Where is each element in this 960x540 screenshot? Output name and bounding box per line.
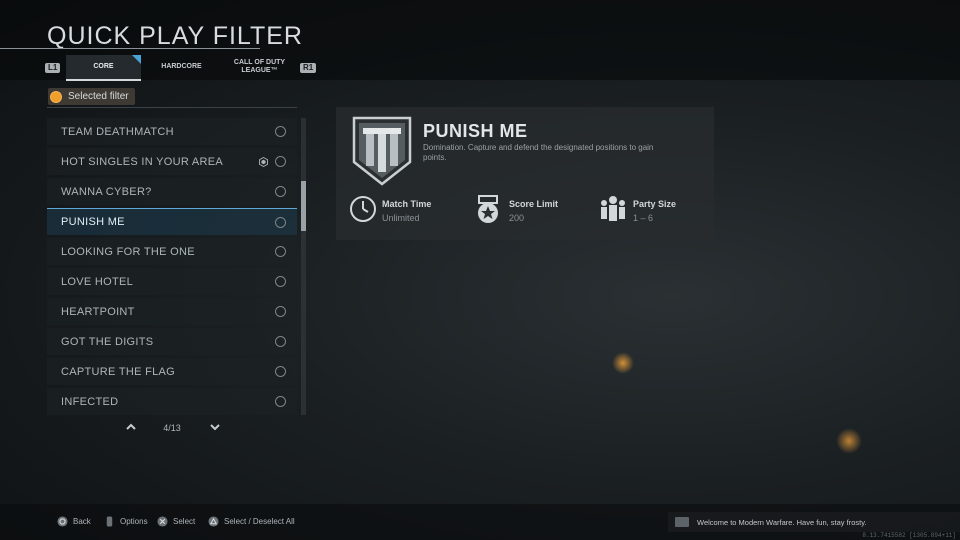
new-corner-icon [132,55,141,64]
stat-value: Unlimited [382,213,420,223]
tab-core[interactable]: CORE [66,55,141,81]
message-text: Welcome to Modern Warfare. Have fun, sta… [697,517,867,527]
list-item[interactable]: LOOKING FOR THE ONE [47,238,297,265]
stat-label: Match Time [382,199,432,209]
cross-button-icon [157,516,168,527]
party-icon [601,196,625,221]
scrollbar-thumb[interactable] [301,181,306,231]
list-item-label: LOVE HOTEL [61,275,134,288]
list-item-label: CAPTURE THE FLAG [61,365,176,378]
score-medal-icon [478,195,498,223]
list-item[interactable]: CAPTURE THE FLAG [47,358,297,385]
stat-value: 1 – 6 [633,213,654,223]
chevron-up-icon[interactable] [124,420,138,434]
select-deselect-all-button[interactable]: Select / Deselect All [208,516,295,527]
select-button[interactable]: Select [157,516,195,527]
hexagon-badge-icon [259,157,268,167]
list-item-label: TEAM DEATHMATCH [61,125,174,138]
list-item[interactable]: GOT THE DIGITS [47,328,297,355]
radio-circle-icon[interactable] [275,306,286,317]
list-item-label: PUNISH ME [61,216,125,228]
title-underline [0,48,260,49]
pager: 4/13 [120,420,230,436]
stat-score-limit: Score Limit 200 [476,195,586,227]
list-item-label: HOT SINGLES IN YOUR AREA [61,155,224,168]
tab-label: HARDCORE [161,63,202,70]
playlist-list: TEAM DEATHMATCH HOT SINGLES IN YOUR AREA… [47,118,297,418]
list-item-label: INFECTED [61,395,119,408]
divider [47,107,297,108]
selected-filter-legend: Selected filter [48,88,135,105]
background-light [612,352,634,374]
list-item[interactable]: HEARTPOINT [47,298,297,325]
list-scrollbar[interactable] [301,118,306,415]
orange-dot-icon [50,90,62,103]
radio-circle-icon[interactable] [275,216,286,228]
tab-label: CORE [93,63,114,70]
radio-circle-icon[interactable] [275,156,286,167]
radio-circle-icon[interactable] [275,186,286,197]
background-light [836,428,862,454]
r1-hint[interactable]: R1 [300,63,317,73]
circle-button-icon [57,516,68,527]
tab-cdl[interactable]: CALL OF DUTY LEAGUE™ [222,55,297,79]
hint-label: Select / Deselect All [224,517,295,526]
touchpad-button-icon [106,516,113,527]
mode-description: Domination. Capture and defend the desig… [423,143,654,162]
version-string: 8.13.7415582 [1305.894+11] [862,532,956,539]
stat-match-time: Match Time Unlimited [349,195,459,227]
tab-hardcore[interactable]: HARDCORE [144,55,219,79]
stat-party-size: Party Size 1 – 6 [600,195,700,227]
stat-label: Party Size [633,199,677,209]
radio-circle-icon[interactable] [275,126,286,137]
list-item[interactable]: HOT SINGLES IN YOUR AREA [47,148,297,175]
stat-label: Score Limit [509,199,559,209]
back-button[interactable]: Back [57,516,91,527]
l1-hint[interactable]: L1 [45,63,61,73]
chevron-down-icon[interactable] [208,420,222,434]
radio-circle-icon[interactable] [275,276,286,287]
page-indicator: 4/13 [163,423,181,433]
page-title: QUICK PLAY FILTER [47,22,303,50]
list-item-label: HEARTPOINT [61,305,135,318]
mode-title: PUNISH ME [423,121,528,141]
radio-circle-icon[interactable] [275,396,286,407]
list-item[interactable]: TEAM DEATHMATCH [47,118,297,145]
hint-label: Back [73,517,91,526]
list-item[interactable]: WANNA CYBER? [47,178,297,205]
list-item[interactable]: INFECTED [47,388,297,415]
list-item-label: GOT THE DIGITS [61,335,154,348]
hint-label: Select [173,517,196,526]
hint-label: Options [120,517,148,526]
list-item-label: LOOKING FOR THE ONE [61,245,195,258]
triangle-button-icon [208,516,219,527]
welcome-message: Welcome to Modern Warfare. Have fun, sta… [668,512,960,532]
message-icon [675,517,689,527]
legend-label: Selected filter [68,91,129,102]
options-button[interactable]: Options [104,516,148,527]
radio-circle-icon[interactable] [275,366,286,377]
mode-emblem-icon [352,116,412,186]
radio-circle-icon[interactable] [275,246,286,257]
stat-value: 200 [509,213,525,223]
list-item-label: WANNA CYBER? [61,185,152,198]
list-item-selected[interactable]: PUNISH ME [47,208,297,235]
list-item[interactable]: LOVE HOTEL [47,268,297,295]
tab-label: CALL OF DUTY LEAGUE™ [233,59,286,74]
clock-icon [350,196,376,222]
radio-circle-icon[interactable] [275,336,286,347]
